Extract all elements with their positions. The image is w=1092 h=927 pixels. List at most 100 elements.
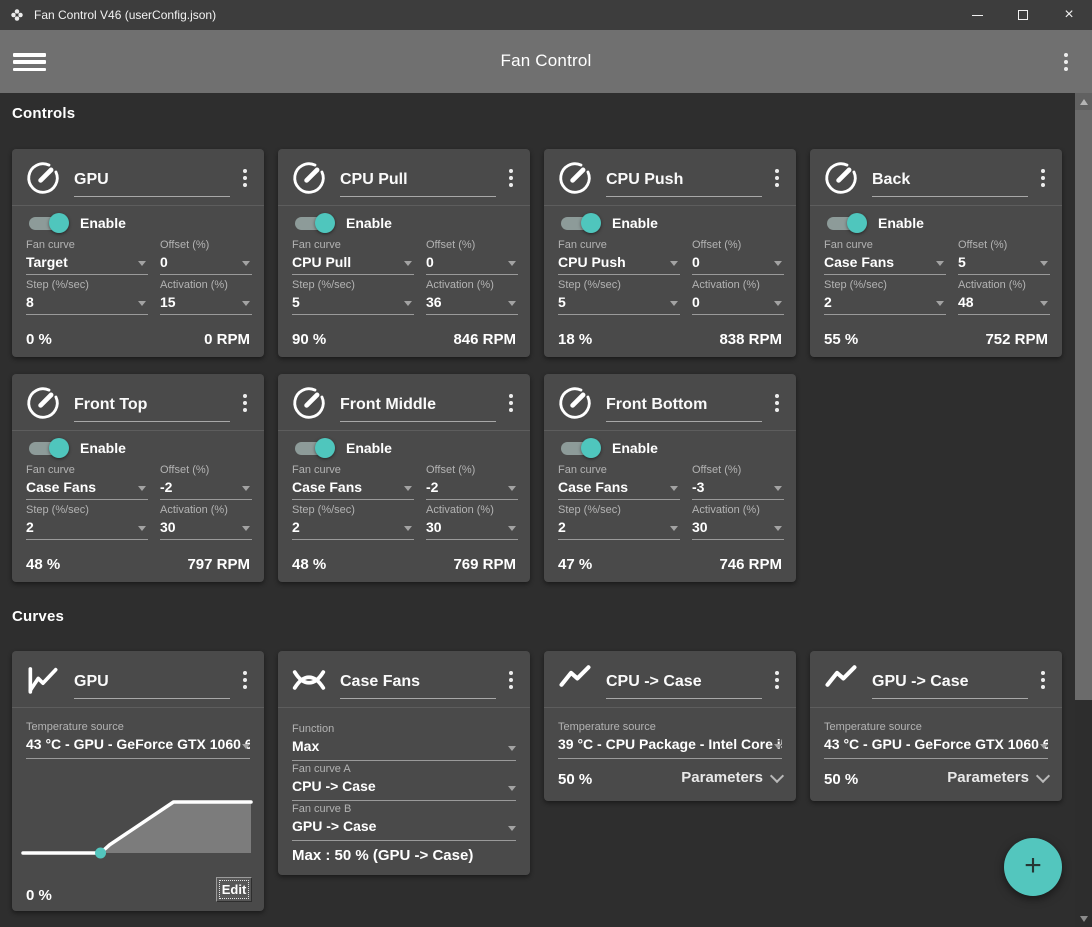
step-label: Step (%/sec) (824, 279, 887, 291)
curve-graph[interactable] (21, 797, 253, 861)
enable-toggle[interactable] (824, 213, 868, 234)
card-menu-button[interactable] (766, 390, 788, 416)
curve-name-field[interactable]: GPU -> Case (872, 667, 1028, 699)
fan-curve-select[interactable]: Fan curve Case Fans (824, 239, 946, 275)
dropdown-caret-icon (774, 526, 782, 531)
card-menu-button[interactable] (766, 667, 788, 693)
curve-card-header: CPU -> Case (544, 651, 796, 708)
fan-curve-value: Case Fans (558, 478, 680, 500)
fan-rpm-value: 797 RPM (187, 556, 250, 573)
control-name-field[interactable]: Front Top (74, 390, 230, 422)
function-select[interactable]: Function Max (292, 723, 516, 761)
enable-toggle[interactable] (558, 213, 602, 234)
temperature-source-select[interactable]: Temperature source 39 °C - CPU Package -… (558, 721, 782, 759)
activation-select[interactable]: Activation (%) 30 (160, 504, 252, 540)
fan-curve-select[interactable]: Fan curve Case Fans (292, 464, 414, 500)
toggle-knob (581, 213, 601, 233)
curve-name-field[interactable]: CPU -> Case (606, 667, 762, 699)
curve-point-dot[interactable] (95, 847, 107, 859)
enable-toggle[interactable] (292, 213, 336, 234)
enable-toggle[interactable] (292, 438, 336, 459)
step-select[interactable]: Step (%/sec) 8 (26, 279, 148, 315)
add-button[interactable]: + (1004, 838, 1062, 896)
control-card-header: CPU Push (544, 149, 796, 206)
activation-label: Activation (%) (160, 504, 228, 516)
activation-select[interactable]: Activation (%) 30 (692, 504, 784, 540)
temperature-source-select[interactable]: Temperature source 43 °C - GPU - GeForce… (824, 721, 1048, 759)
card-menu-button[interactable] (234, 667, 256, 693)
card-menu-button[interactable] (500, 390, 522, 416)
minimize-button[interactable] (954, 0, 1000, 30)
scrollbar-thumb[interactable] (1075, 110, 1092, 700)
card-menu-button[interactable] (1032, 165, 1054, 191)
step-value: 2 (26, 518, 148, 540)
card-menu-button[interactable] (1032, 667, 1054, 693)
activation-select[interactable]: Activation (%) 30 (426, 504, 518, 540)
scrollbar-up-button[interactable] (1075, 93, 1092, 110)
dropdown-caret-icon (936, 301, 944, 306)
activation-value: 30 (160, 518, 252, 540)
fan-curve-select[interactable]: Fan curve CPU Pull (292, 239, 414, 275)
control-name-field[interactable]: CPU Push (606, 165, 762, 197)
control-name-field[interactable]: CPU Pull (340, 165, 496, 197)
activation-select[interactable]: Activation (%) 15 (160, 279, 252, 315)
activation-select[interactable]: Activation (%) 36 (426, 279, 518, 315)
dropdown-caret-icon (670, 486, 678, 491)
edit-button[interactable]: Edit (216, 877, 252, 902)
curve-card-cpu-to-case: CPU -> Case Temperature source 39 °C - C… (544, 651, 796, 801)
offset-select[interactable]: Offset (%) -2 (160, 464, 252, 500)
step-select[interactable]: Step (%/sec) 2 (824, 279, 946, 315)
dropdown-caret-icon (508, 786, 516, 791)
offset-select[interactable]: Offset (%) 0 (426, 239, 518, 275)
control-name-field[interactable]: Front Bottom (606, 390, 762, 422)
scrollbar-down-button[interactable] (1075, 910, 1092, 927)
enable-label: Enable (346, 440, 392, 456)
curve-name-field[interactable]: GPU (74, 667, 230, 699)
control-name-field[interactable]: Front Middle (340, 390, 496, 422)
enable-toggle[interactable] (558, 438, 602, 459)
enable-toggle[interactable] (26, 213, 70, 234)
card-menu-button[interactable] (766, 165, 788, 191)
fan-rpm-value: 746 RPM (719, 556, 782, 573)
temperature-source-label: Temperature source (26, 721, 124, 733)
control-name-field[interactable]: Back (872, 165, 1028, 197)
fan-curve-a-select[interactable]: Fan curve A CPU -> Case (292, 763, 516, 801)
step-select[interactable]: Step (%/sec) 5 (558, 279, 680, 315)
offset-select[interactable]: Offset (%) 0 (692, 239, 784, 275)
maximize-button[interactable] (1000, 0, 1046, 30)
enable-toggle[interactable] (26, 438, 70, 459)
step-select[interactable]: Step (%/sec) 2 (558, 504, 680, 540)
fan-curve-select[interactable]: Fan curve Target (26, 239, 148, 275)
parameters-expander[interactable]: Parameters (681, 768, 785, 786)
offset-select[interactable]: Offset (%) -3 (692, 464, 784, 500)
step-select[interactable]: Step (%/sec) 2 (26, 504, 148, 540)
fan-curve-select[interactable]: Fan curve Case Fans (26, 464, 148, 500)
dropdown-caret-icon (242, 301, 250, 306)
fan-curve-select[interactable]: Fan curve Case Fans (558, 464, 680, 500)
parameters-expander[interactable]: Parameters (947, 768, 1051, 786)
curve-percent-value: 50 % (824, 771, 859, 788)
fan-control-window: Fan Control V46 (userConfig.json) × Fan … (0, 0, 1092, 927)
card-menu-button[interactable] (500, 667, 522, 693)
activation-select[interactable]: Activation (%) 0 (692, 279, 784, 315)
temperature-source-select[interactable]: Temperature source 43 °C - GPU - GeForce… (26, 721, 250, 759)
offset-select[interactable]: Offset (%) 0 (160, 239, 252, 275)
overflow-menu-button[interactable] (1056, 49, 1076, 75)
dropdown-caret-icon (404, 261, 412, 266)
card-menu-button[interactable] (234, 390, 256, 416)
fan-curve-value: CPU Pull (292, 253, 414, 275)
fan-curve-b-select[interactable]: Fan curve B GPU -> Case (292, 803, 516, 841)
close-button[interactable]: × (1046, 0, 1092, 30)
card-menu-button[interactable] (500, 165, 522, 191)
offset-select[interactable]: Offset (%) -2 (426, 464, 518, 500)
card-menu-button[interactable] (234, 165, 256, 191)
vertical-scrollbar[interactable] (1075, 93, 1092, 927)
control-name-field[interactable]: GPU (74, 165, 230, 197)
activation-select[interactable]: Activation (%) 48 (958, 279, 1050, 315)
fan-curve-value: CPU Push (558, 253, 680, 275)
offset-select[interactable]: Offset (%) 5 (958, 239, 1050, 275)
step-select[interactable]: Step (%/sec) 5 (292, 279, 414, 315)
fan-curve-select[interactable]: Fan curve CPU Push (558, 239, 680, 275)
step-select[interactable]: Step (%/sec) 2 (292, 504, 414, 540)
curve-name-field[interactable]: Case Fans (340, 667, 496, 699)
